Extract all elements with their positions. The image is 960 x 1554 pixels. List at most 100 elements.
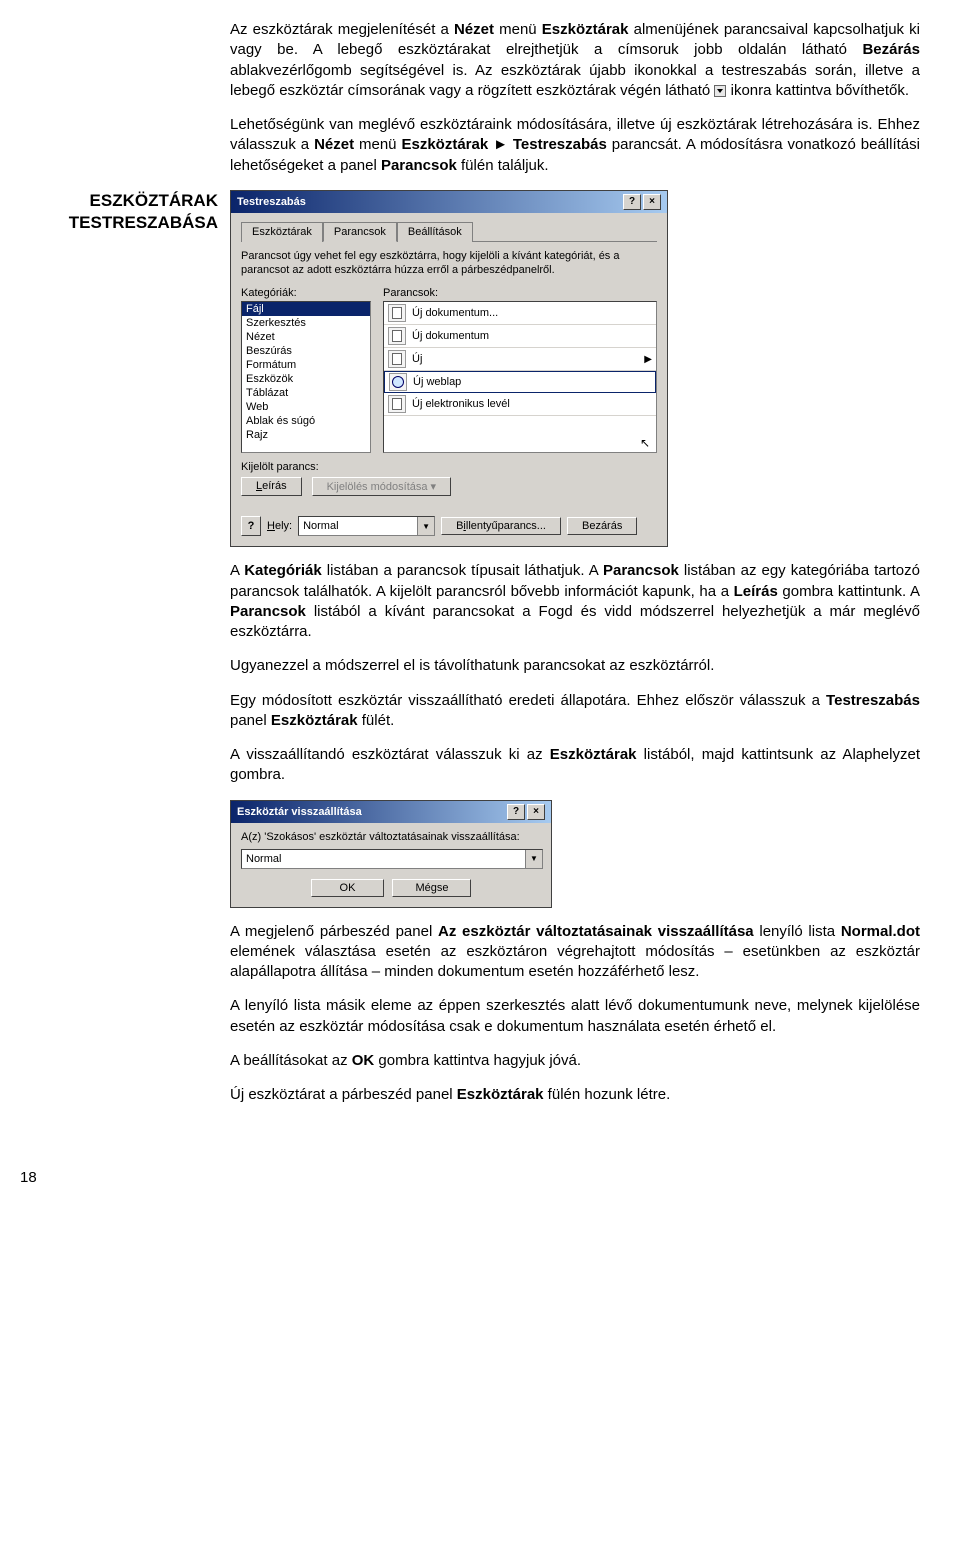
command-row[interactable]: Új▶ [384, 348, 656, 371]
cancel-button[interactable]: Mégse [392, 879, 471, 897]
section-heading-line1: ESZKÖZTÁRAK [40, 190, 218, 212]
bold: Bezárás [862, 41, 920, 58]
list-item[interactable]: Szerkesztés [242, 316, 370, 330]
list-item[interactable]: Web [242, 400, 370, 414]
text: fülén hozunk létre. [544, 1086, 671, 1103]
command-row[interactable]: Új elektronikus levél [384, 393, 656, 416]
list-item[interactable]: Ablak és súgó [242, 414, 370, 428]
chevron-down-icon[interactable]: ▼ [525, 850, 542, 868]
document-icon [388, 304, 406, 322]
reset-toolbar-dialog: Eszköztár visszaállítása ? × A(z) 'Szoká… [230, 800, 552, 908]
tab-toolbars[interactable]: Eszköztárak [241, 222, 323, 242]
document-icon [388, 395, 406, 413]
dialog-title: Eszköztár visszaállítása [237, 806, 505, 818]
bold: Leírás [734, 583, 778, 600]
description-button[interactable]: Leírás [241, 477, 302, 496]
text: gombra kattintunk. A [778, 583, 920, 600]
bold: Testreszabás [826, 692, 920, 709]
text: ikonra kattintva bővíthetők. [726, 82, 909, 99]
commands-listbox[interactable]: Új dokumentum... Új dokumentum Új▶ Új we… [383, 301, 657, 453]
bold: Parancsok [381, 157, 457, 174]
paragraph-10: Új eszköztárat a párbeszéd panel Eszközt… [230, 1085, 920, 1105]
close-button[interactable]: × [527, 804, 545, 820]
command-label: Új elektronikus levél [412, 398, 510, 410]
text: listában a parancsok típusait láthatjuk.… [322, 562, 603, 579]
list-item[interactable]: Nézet [242, 330, 370, 344]
btn-label: Kijelölés módosítása [327, 481, 428, 493]
save-in-combo[interactable]: Normal ▼ [298, 516, 435, 536]
paragraph-9: A beállításokat az OK gombra kattintva h… [230, 1051, 920, 1071]
text: Az eszköztárak megjelenítését a [230, 21, 454, 38]
close-dialog-button[interactable]: Bezárás [567, 517, 637, 535]
list-item[interactable]: Rajz [242, 428, 370, 442]
text: menü [354, 136, 401, 153]
list-item[interactable]: Táblázat [242, 386, 370, 400]
section-heading-line2: TESTRESZABÁSA [40, 212, 218, 234]
submenu-arrow-icon: ▶ [644, 354, 652, 365]
text: Egy módosított eszköztár visszaállítható… [230, 692, 826, 709]
text: elemének választása esetén az eszköztáro… [230, 943, 920, 980]
titlebar: Eszköztár visszaállítása ? × [231, 801, 551, 823]
command-label: Új dokumentum [412, 330, 489, 342]
globe-icon [389, 373, 407, 391]
tab-commands[interactable]: Parancsok [323, 222, 397, 242]
command-row-selected[interactable]: Új weblap↖ [384, 371, 656, 393]
bold: Eszköztárak [542, 21, 629, 38]
ok-button[interactable]: OK [311, 879, 385, 897]
commands-label: Parancsok: [383, 287, 657, 299]
command-label: Új weblap [413, 376, 461, 388]
paragraph-1: Az eszköztárak megjelenítését a Nézet me… [230, 20, 920, 101]
command-label: Új dokumentum... [412, 307, 498, 319]
text: A megjelenő párbeszéd panel [230, 923, 438, 940]
context-help-button[interactable]: ? [241, 516, 261, 536]
bold: Eszköztárak [457, 1086, 544, 1103]
bold: Kategóriák [244, 562, 322, 579]
categories-label: Kategóriák: [241, 287, 371, 299]
save-in-label: Hely: [267, 520, 292, 532]
list-item[interactable]: Formátum [242, 358, 370, 372]
keyboard-button[interactable]: Billentyűparancs... [441, 517, 561, 535]
document-icon [388, 327, 406, 345]
chevron-down-icon[interactable]: ▼ [417, 517, 434, 535]
bold: Nézet [314, 136, 354, 153]
paragraph-8: A lenyíló lista másik eleme az éppen sze… [230, 996, 920, 1037]
command-row[interactable]: Új dokumentum... [384, 302, 656, 325]
list-item[interactable]: Eszközök [242, 372, 370, 386]
paragraph-7: A megjelenő párbeszéd panel Az eszköztár… [230, 922, 920, 983]
reset-message: A(z) 'Szokásos' eszköztár változtatásain… [241, 831, 541, 843]
help-button[interactable]: ? [623, 194, 641, 210]
paragraph-2: Lehetőségünk van meglévő eszköztáraink m… [230, 115, 920, 176]
text: A [230, 562, 244, 579]
text: Új eszköztárat a párbeszéd panel [230, 1086, 457, 1103]
text: menü [494, 21, 542, 38]
list-item[interactable]: Fájl [242, 302, 370, 316]
close-button[interactable]: × [643, 194, 661, 210]
help-button[interactable]: ? [507, 804, 525, 820]
paragraph-6: A visszaállítandó eszköztárat válasszuk … [230, 745, 920, 786]
combo-value: Normal [299, 520, 417, 532]
hint-text: Parancsot úgy vehet fel egy eszköztárra,… [241, 250, 657, 278]
text: panel [230, 712, 271, 729]
dropdown-arrow-icon [714, 85, 726, 97]
paragraph-5: Egy módosított eszköztár visszaállítható… [230, 691, 920, 732]
bold: Eszköztárak [550, 746, 637, 763]
text: fülét. [358, 712, 395, 729]
page-number: 18 [20, 1169, 960, 1186]
modify-selection-button: Kijelölés módosítása ▾ [312, 477, 451, 496]
tab-settings[interactable]: Beállítások [397, 222, 473, 242]
command-row[interactable]: Új dokumentum [384, 325, 656, 348]
bold: Eszköztárak ► Testreszabás [401, 136, 606, 153]
document-icon [388, 350, 406, 368]
categories-listbox[interactable]: Fájl Szerkesztés Nézet Beszúrás Formátum… [241, 301, 371, 453]
paragraph-4: Ugyanezzel a módszerrel el is távolíthat… [230, 656, 920, 676]
paragraph-3: A Kategóriák listában a parancsok típusa… [230, 561, 920, 642]
dialog-title: Testreszabás [237, 196, 621, 208]
bold: Parancsok [603, 562, 679, 579]
text: gombra kattintva hagyjuk jóvá. [374, 1052, 581, 1069]
titlebar: Testreszabás ? × [231, 191, 667, 213]
list-item[interactable]: Beszúrás [242, 344, 370, 358]
bold: Eszköztárak [271, 712, 358, 729]
cursor-icon: ↖ [640, 436, 650, 450]
text: lenyíló lista [754, 923, 841, 940]
reset-scope-combo[interactable]: Normal ▼ [241, 849, 543, 869]
